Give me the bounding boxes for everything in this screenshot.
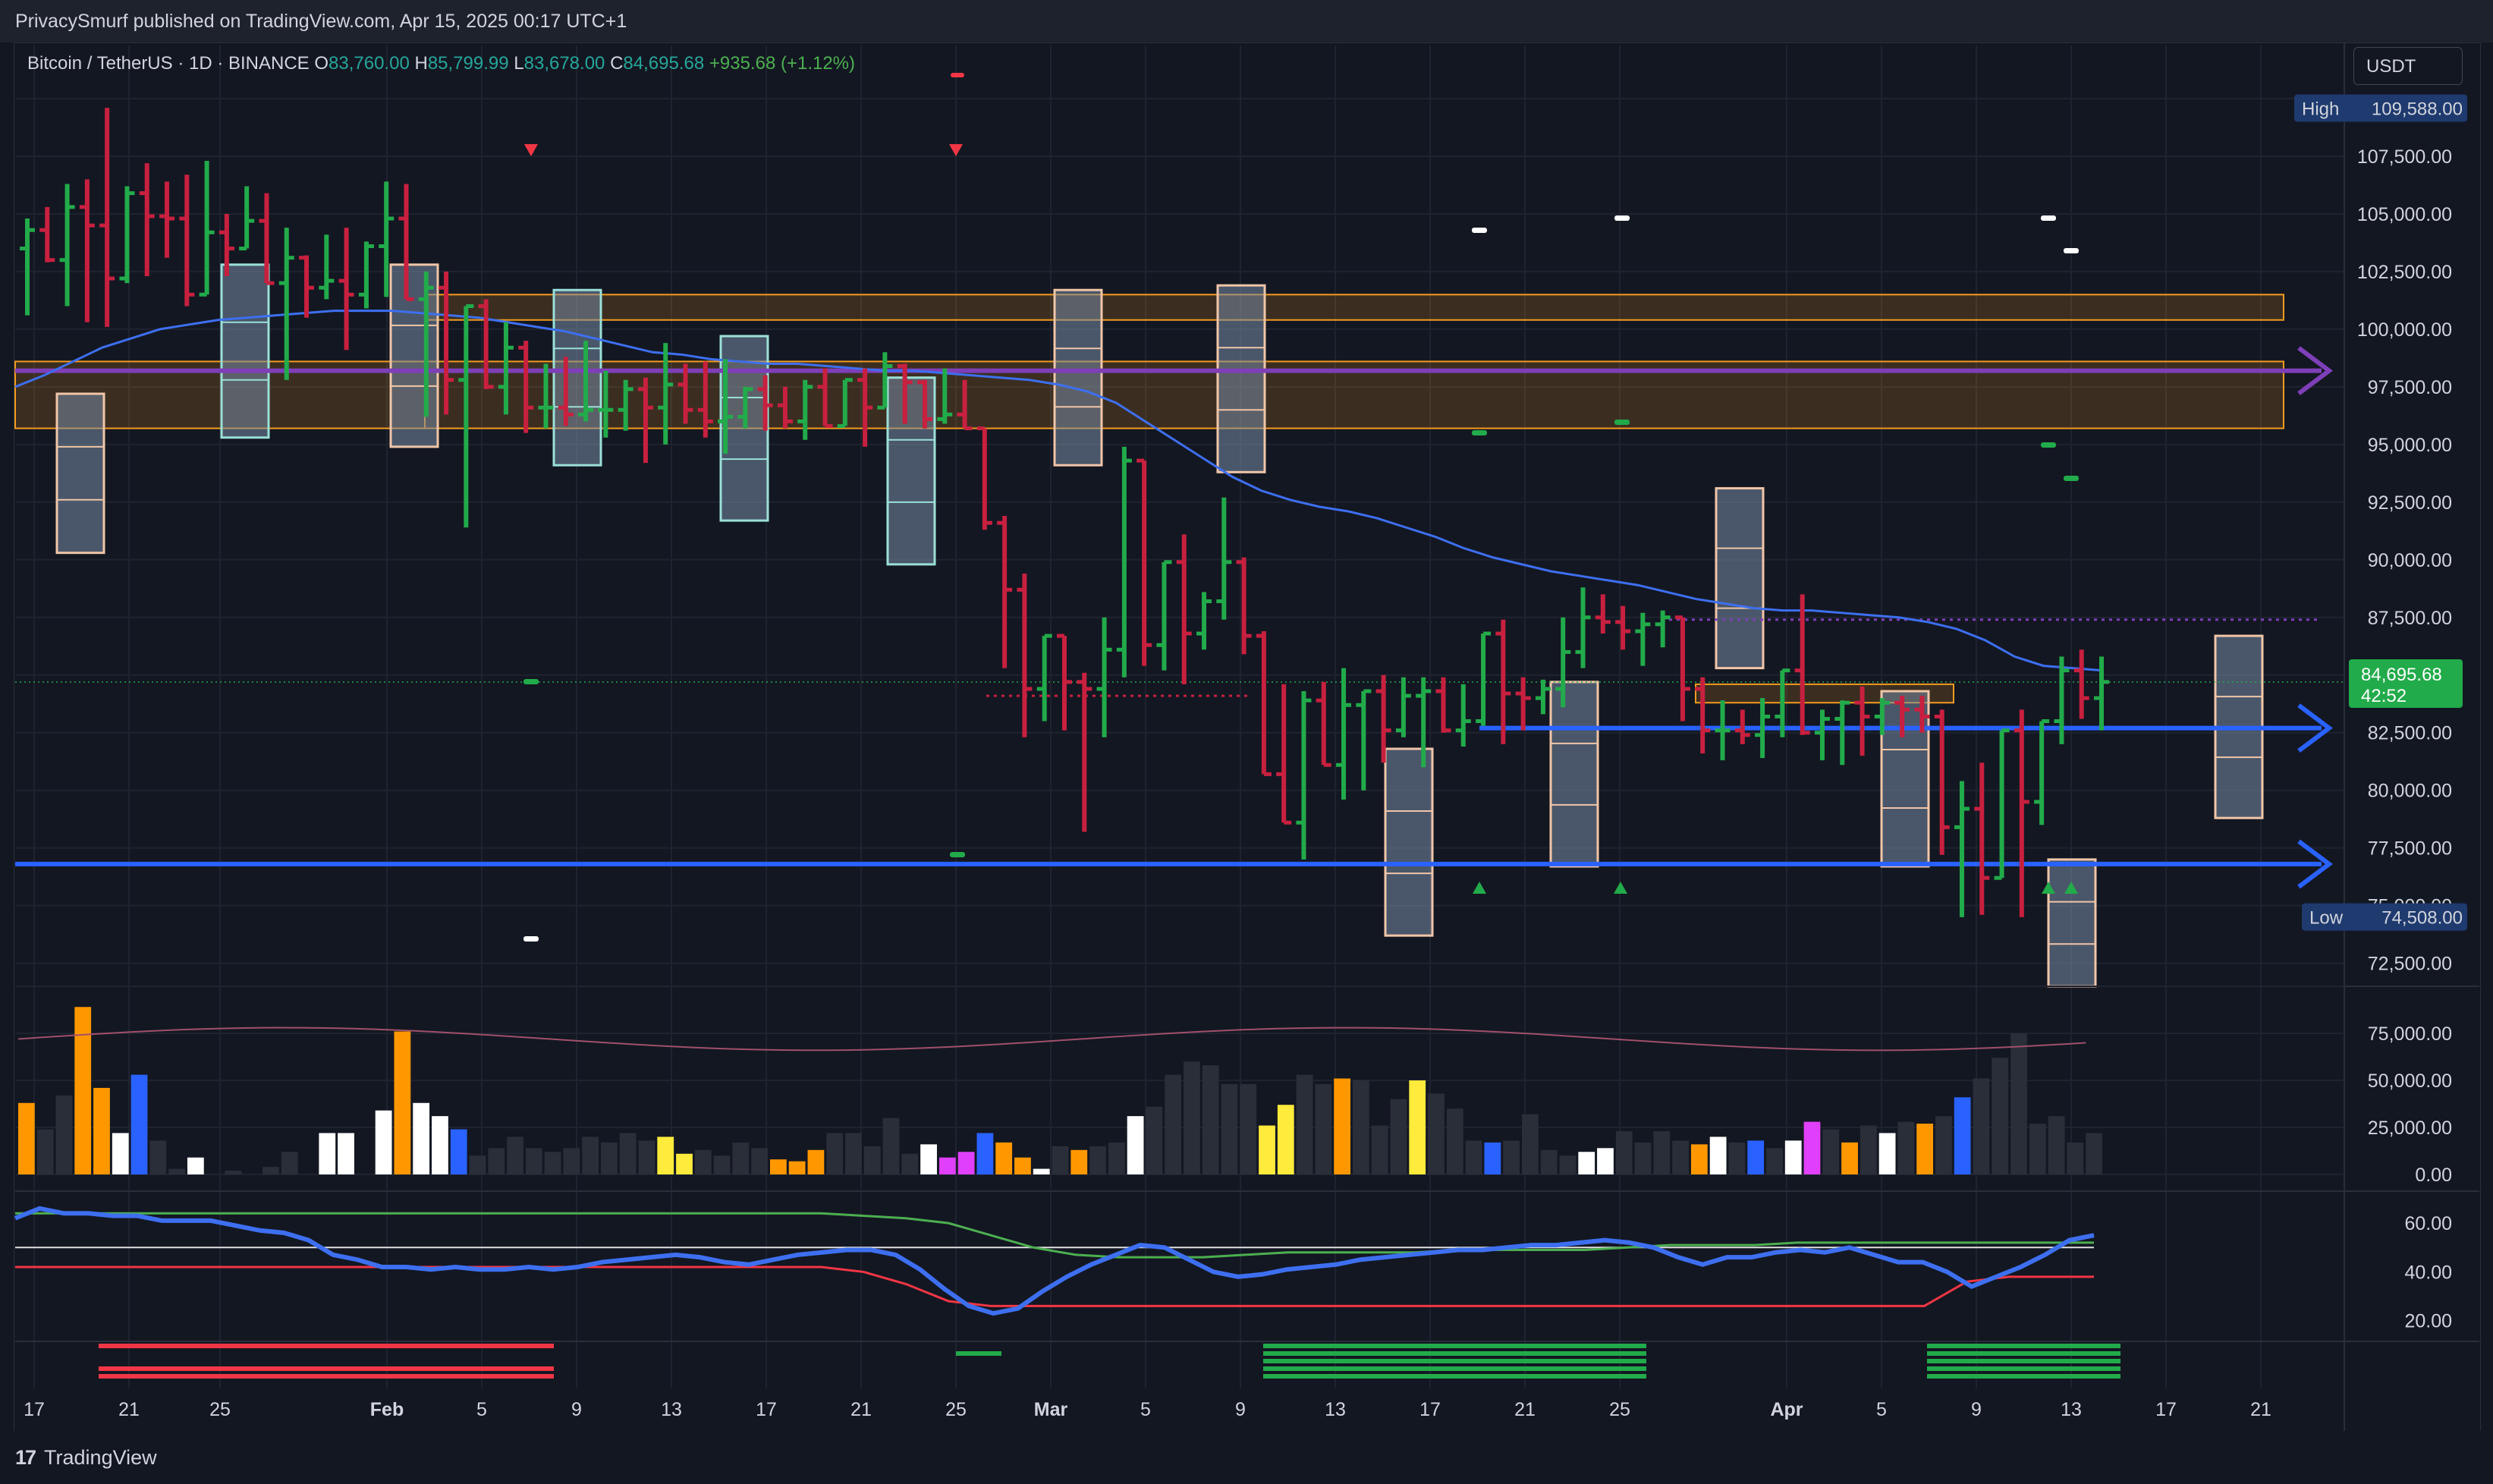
low-label: L: [514, 53, 524, 74]
brand-name: TradingView: [44, 1446, 157, 1469]
symbol-legend[interactable]: Bitcoin / TetherUS · 1D · BINANCE O83,76…: [27, 53, 855, 74]
open-label: O: [314, 53, 329, 74]
currency-button[interactable]: USDT: [2353, 47, 2463, 85]
chart-frame[interactable]: [14, 42, 2481, 1432]
high-label: H: [414, 53, 428, 74]
footer: 17 TradingView: [0, 1431, 2493, 1484]
symbol-name: Bitcoin / TetherUS · 1D · BINANCE: [27, 53, 310, 74]
tradingview-logo-icon: 17: [15, 1446, 36, 1469]
change-value: +935.68 (+1.12%): [709, 53, 856, 74]
close-label: C: [610, 53, 624, 74]
low-value: 83,678.00: [523, 53, 605, 74]
close-value: 84,695.68: [623, 53, 705, 74]
high-value: 85,799.99: [427, 53, 509, 74]
publish-info: PrivacySmurf published on TradingView.co…: [0, 0, 2493, 42]
open-value: 83,760.00: [329, 53, 410, 74]
